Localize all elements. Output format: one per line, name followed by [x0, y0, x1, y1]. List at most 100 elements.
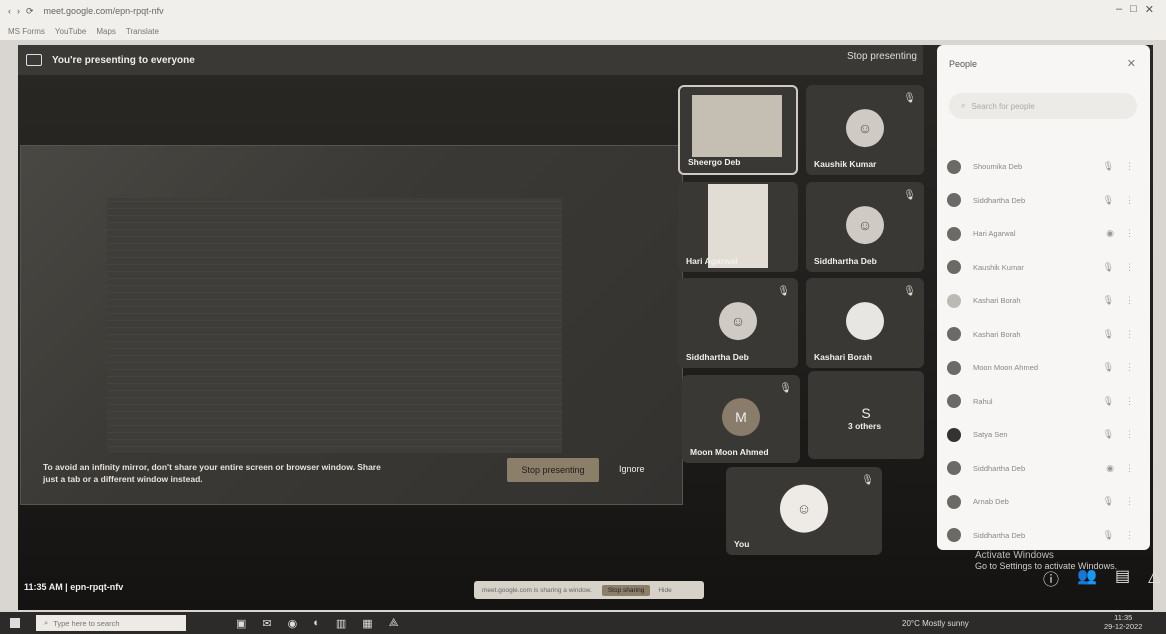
person-name: Kaushik Kumar [973, 262, 1024, 272]
list-item[interactable]: Shoumika Deb 🎙 ⋮ [947, 150, 1142, 184]
person-name: Hari Agarwal [973, 229, 1016, 239]
list-item[interactable]: Rahul 🎙 ⋮ [947, 385, 1142, 419]
participant-name: Siddhartha Deb [814, 256, 877, 266]
presenting-banner: You're presenting to everyone Stop prese… [18, 45, 923, 75]
participant-tile[interactable]: 🎙 M Moon Moon Ahmed [682, 375, 800, 463]
address-bar[interactable]: meet.google.com/epn-rpqt-nfv [44, 6, 164, 16]
avatar [947, 394, 961, 409]
search-placeholder: Search for people [971, 101, 1035, 111]
more-options-icon[interactable]: ⋮ [1125, 161, 1134, 172]
mic-icon: ◉ [1106, 228, 1114, 239]
forward-icon[interactable]: › [17, 6, 20, 17]
avatar [947, 226, 961, 241]
search-icon: ⌕ [961, 101, 966, 110]
mic-muted-icon: 🎙 [861, 475, 874, 486]
more-options-icon[interactable]: ⋮ [1125, 195, 1134, 206]
person-name: Kashari Borah [973, 296, 1021, 306]
participant-tile[interactable]: 🎙 ☺ Kaushik Kumar [806, 85, 924, 175]
person-name: Siddhartha Deb [973, 463, 1026, 473]
mic-muted-icon: 🎙 [903, 286, 916, 297]
bookmark-item[interactable]: Maps [96, 27, 116, 36]
maximize-icon[interactable]: □ [1130, 3, 1137, 16]
stop-presenting-button[interactable]: Stop presenting [507, 458, 599, 482]
more-options-icon[interactable]: ⋮ [1125, 362, 1134, 373]
mic-icon: 🎙 [1102, 261, 1114, 272]
list-item[interactable]: Arnab Deb 🎙 ⋮ [947, 485, 1142, 519]
more-options-icon[interactable]: ⋮ [1125, 530, 1134, 541]
info-icon[interactable]: ⓘ [1043, 566, 1059, 590]
list-item[interactable]: Kashari Borah 🎙 ⋮ [947, 318, 1142, 352]
hide-button[interactable]: Hide [658, 587, 671, 594]
pdf-icon[interactable]: ⟁ [389, 617, 399, 630]
participant-tile[interactable]: Sheergo Deb [678, 85, 798, 175]
list-item[interactable]: Hari Agarwal ◉ ⋮ [947, 217, 1142, 251]
stop-presenting-link[interactable]: Stop presenting [847, 51, 917, 62]
more-options-icon[interactable]: ⋮ [1125, 228, 1134, 239]
panel-title: People [949, 59, 978, 69]
more-options-icon[interactable]: ⋮ [1125, 429, 1134, 440]
list-item[interactable]: Siddhartha Deb 🎙 ⋮ [947, 519, 1142, 553]
minimize-icon[interactable]: – [1116, 3, 1122, 16]
more-options-icon[interactable]: ⋮ [1125, 396, 1134, 407]
participant-name: Siddhartha Deb [686, 352, 749, 362]
mail-icon[interactable]: ✉ [262, 617, 271, 630]
list-item[interactable]: Kaushik Kumar 🎙 ⋮ [947, 251, 1142, 285]
avatar [947, 494, 961, 509]
participant-tile[interactable]: 🎙 ☺ Siddhartha Deb [678, 278, 798, 368]
bookmark-item[interactable]: MS Forms [8, 27, 45, 36]
list-item[interactable]: Moon Moon Ahmed 🎙 ⋮ [947, 351, 1142, 385]
reload-icon[interactable]: ⟳ [26, 6, 34, 17]
start-icon[interactable] [10, 618, 20, 628]
more-options-icon[interactable]: ⋮ [1125, 463, 1134, 474]
chat-icon[interactable]: ▤ [1115, 566, 1130, 590]
taskbar-search-input[interactable]: ⌕ Type here to search [36, 615, 186, 631]
edge-icon[interactable]: ◐ [313, 617, 320, 630]
more-options-icon[interactable]: ⋮ [1125, 496, 1134, 507]
list-item[interactable]: Kashari Borah 🎙 ⋮ [947, 284, 1142, 318]
participant-name: Hari Agarwal [686, 256, 738, 266]
stop-sharing-button[interactable]: Stop sharing [601, 584, 651, 596]
mic-muted-icon: 🎙 [777, 286, 790, 297]
window-controls: – □ ✕ [1116, 3, 1154, 16]
powerpoint-icon[interactable]: ▦ [362, 617, 372, 630]
person-name: Moon Moon Ahmed [973, 363, 1039, 373]
mic-icon: 🎙 [1102, 328, 1114, 339]
more-options-icon[interactable]: ⋮ [1125, 295, 1134, 306]
chrome-icon[interactable]: ◉ [288, 617, 298, 630]
weather-widget[interactable]: 20°C Mostly sunny [902, 619, 969, 628]
file-explorer-icon[interactable]: ▣ [236, 617, 246, 630]
word-icon[interactable]: ▥ [336, 617, 346, 630]
meeting-time-code: 11:35 AM | epn-rpqt-nfv [24, 582, 124, 592]
list-item[interactable]: Siddhartha Deb 🎙 ⋮ [947, 184, 1142, 218]
bookmark-item[interactable]: Translate [126, 27, 159, 36]
back-icon[interactable]: ‹ [8, 6, 11, 17]
avatar [947, 360, 961, 375]
mic-icon: 🎙 [1102, 429, 1114, 440]
people-search-input[interactable]: ⌕ Search for people [949, 93, 1137, 119]
browser-toolbar: ‹ › ⟳ meet.google.com/epn-rpqt-nfv – □ ✕ [0, 0, 1166, 22]
close-icon[interactable]: ✕ [1145, 3, 1154, 16]
participant-name: Moon Moon Ahmed [690, 447, 769, 457]
more-options-icon[interactable]: ⋮ [1125, 262, 1134, 273]
ignore-button[interactable]: Ignore [619, 464, 645, 474]
participant-tile[interactable]: S 3 others [808, 371, 924, 459]
people-list: Shoumika Deb 🎙 ⋮ Siddhartha Deb 🎙 ⋮ Hari Aga… [947, 150, 1142, 552]
mic-icon: 🎙 [1102, 161, 1114, 172]
participant-tile[interactable]: Hari Agarwal [678, 182, 798, 272]
participant-tile[interactable]: 🎙 ☺ Siddhartha Deb [806, 182, 924, 272]
toast-text: meet.google.com is sharing a window. [482, 586, 592, 594]
bookmark-item[interactable]: YouTube [55, 27, 86, 36]
people-icon[interactable]: 👥 [1077, 566, 1097, 590]
people-panel: People ✕ ⌕ Search for people Shoumika De… [937, 45, 1150, 550]
mic-icon: 🎙 [1102, 496, 1114, 507]
participant-tile[interactable]: 🎙 Kashari Borah [806, 278, 924, 368]
close-icon[interactable]: ✕ [1127, 57, 1136, 70]
system-clock[interactable]: 11:35 29-12-2022 [1104, 613, 1142, 631]
participant-tile-self[interactable]: 🎙 ☺ You [726, 467, 882, 555]
participant-name: Kashari Borah [814, 352, 873, 362]
activities-icon[interactable]: △ [1148, 566, 1160, 590]
list-item[interactable]: Satya Sen 🎙 ⋮ [947, 418, 1142, 452]
more-options-icon[interactable]: ⋮ [1125, 329, 1134, 340]
bookmarks-bar: MS Forms YouTube Maps Translate [0, 22, 1166, 40]
list-item[interactable]: Siddhartha Deb ◉ ⋮ [947, 452, 1142, 486]
